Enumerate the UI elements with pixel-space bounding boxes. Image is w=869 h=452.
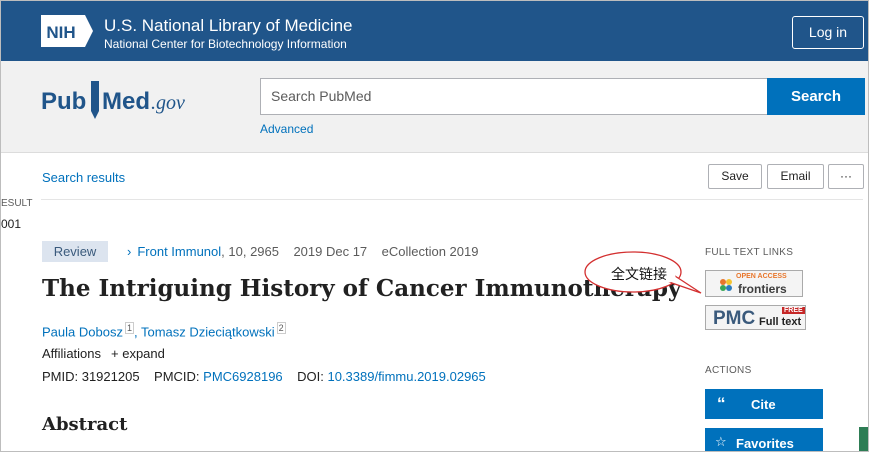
doi-label: DOI: bbox=[297, 369, 324, 384]
expand-affiliations-button[interactable]: + expand bbox=[111, 346, 165, 361]
actions-label: ACTIONS bbox=[705, 365, 752, 376]
frontiers-label: frontiers bbox=[738, 282, 787, 296]
favorites-label: Favorites bbox=[736, 436, 794, 451]
more-actions-button[interactable]: ··· bbox=[828, 164, 864, 189]
result-label: ESULT bbox=[1, 198, 33, 209]
login-button[interactable]: Log in bbox=[792, 16, 864, 49]
search-button[interactable]: Search bbox=[767, 78, 865, 115]
abstract-heading: Abstract bbox=[42, 414, 128, 435]
page-frame: NIH U.S. National Library of Medicine Na… bbox=[0, 0, 869, 452]
affiliations-label: Affiliations bbox=[42, 346, 102, 361]
save-button[interactable]: Save bbox=[708, 164, 762, 189]
open-access-label: OPEN ACCESS bbox=[736, 273, 787, 280]
email-button[interactable]: Email bbox=[767, 164, 824, 189]
citation-volume: , 10, 2965 bbox=[221, 244, 279, 259]
article-type-badge: Review bbox=[42, 241, 108, 262]
article-citation-line: › Front Immunol, 10, 2965 2019 Dec 17 eCo… bbox=[127, 244, 478, 259]
favorites-button[interactable]: ☆ Favorites bbox=[705, 428, 823, 451]
pmc-logo: PMC bbox=[713, 308, 756, 329]
full-text-label: Full text bbox=[759, 316, 802, 328]
author-list: Paula Dobosz 1, Tomasz Dzieciątkowski 2 bbox=[42, 322, 286, 340]
result-number: 001 bbox=[1, 217, 22, 231]
nih-logo-icon[interactable]: NIH bbox=[41, 15, 93, 47]
nih-banner: NIH U.S. National Library of Medicine Na… bbox=[1, 1, 868, 61]
pmc-full-text-link[interactable]: PMC FREE Full text bbox=[705, 305, 806, 330]
logo-med: Med bbox=[102, 88, 150, 115]
cite-label: Cite bbox=[751, 397, 776, 412]
feedback-tab[interactable] bbox=[859, 427, 868, 451]
author-link[interactable]: Paula Dobosz bbox=[42, 324, 123, 339]
toolbar-divider bbox=[41, 199, 863, 200]
star-icon: ☆ bbox=[715, 434, 727, 449]
identifiers-row: PMID: 31921205 PMCID: PMC6928196 DOI: 10… bbox=[42, 369, 486, 384]
frontiers-logo-icon bbox=[720, 279, 732, 291]
chevron-right-icon: › bbox=[127, 244, 132, 259]
pubmed-header: Pub Med .gov Search PubMed Search Advanc… bbox=[1, 61, 868, 153]
free-badge: FREE bbox=[782, 307, 805, 314]
frontiers-full-text-link[interactable]: OPEN ACCESS frontiers bbox=[705, 270, 803, 297]
author-link[interactable]: Tomasz Dzieciątkowski bbox=[141, 324, 275, 339]
nih-subtitle[interactable]: National Center for Biotechnology Inform… bbox=[104, 37, 347, 51]
doi-link[interactable]: 10.3389/fimmu.2019.02965 bbox=[327, 369, 485, 384]
pubmed-logo[interactable]: Pub Med .gov bbox=[41, 75, 201, 125]
nih-title[interactable]: U.S. National Library of Medicine bbox=[104, 16, 353, 36]
logo-gov: .gov bbox=[151, 92, 185, 114]
affiliation-ref[interactable]: 2 bbox=[276, 322, 286, 334]
journal-link[interactable]: Front Immunol bbox=[137, 244, 221, 259]
pmcid-label: PMCID: bbox=[154, 369, 200, 384]
cite-button[interactable]: “ Cite bbox=[705, 389, 823, 419]
advanced-search-link[interactable]: Advanced bbox=[260, 122, 313, 136]
pmid: PMID: 31921205 bbox=[42, 369, 140, 384]
affiliations-row: Affiliations + expand bbox=[42, 346, 165, 361]
full-text-links-label: FULL TEXT LINKS bbox=[705, 247, 794, 258]
ecollection-date: eCollection 2019 bbox=[381, 244, 479, 259]
logo-bookmark-icon bbox=[91, 81, 99, 119]
search-results-link[interactable]: Search results bbox=[42, 170, 125, 185]
pmcid-link[interactable]: PMC6928196 bbox=[203, 369, 283, 384]
publication-date: 2019 Dec 17 bbox=[293, 244, 368, 259]
annotation-callout-text: 全文链接 bbox=[611, 267, 667, 283]
quote-icon: “ bbox=[717, 394, 726, 413]
search-input[interactable]: Search PubMed bbox=[260, 78, 768, 115]
nih-logo-text: NIH bbox=[46, 23, 75, 42]
logo-pub: Pub bbox=[41, 88, 86, 115]
affiliation-ref[interactable]: 1 bbox=[124, 322, 134, 334]
